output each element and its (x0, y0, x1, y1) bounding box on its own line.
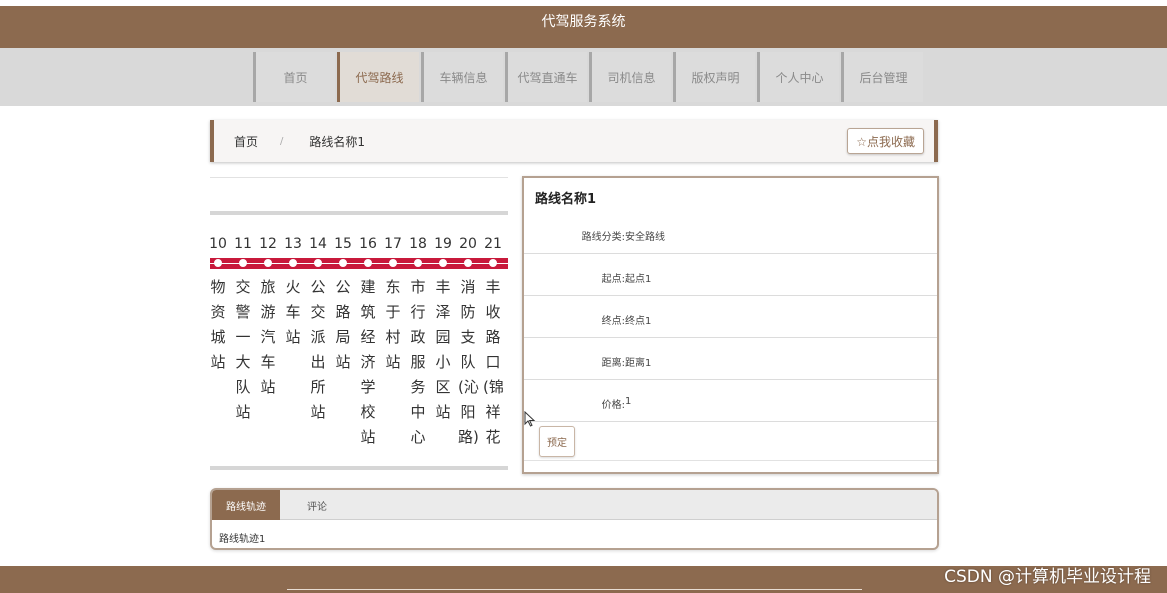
tab-content: 路线轨迹1 (219, 534, 266, 545)
station-number: 20 (459, 236, 477, 252)
nav-item-direct[interactable]: 代驾直通车 (505, 52, 587, 102)
map-divider (210, 211, 508, 215)
station-name: 火车站 (285, 278, 301, 346)
mouse-cursor-icon (524, 411, 536, 427)
map-bottom-rule (210, 466, 508, 470)
station-dot (439, 259, 447, 267)
breadcrumb-current: 路线名称1 (309, 134, 366, 149)
station-dot (214, 259, 222, 267)
station-dot (364, 259, 372, 267)
station-dot (414, 259, 422, 267)
detail-value: 1 (625, 396, 632, 407)
station-name: 市行政服务中心 (410, 278, 426, 446)
nav-item-copyright[interactable]: 版权声明 (673, 52, 755, 102)
breadcrumb-separator: / (280, 135, 284, 147)
map-top-rule (210, 177, 508, 178)
nav-item-home[interactable]: 首页 (253, 52, 335, 102)
detail-value: 终点1 (625, 316, 652, 327)
station-number: 21 (484, 236, 502, 252)
main-nav: 首页 代驾路线 车辆信息 代驾直通车 司机信息 版权声明 个人中心 后台管理 (253, 52, 925, 102)
watermark: CSDN @计算机毕业设计程 (944, 567, 1151, 587)
app-title: 代驾服务系统 (541, 14, 626, 30)
station-number: 17 (384, 236, 402, 252)
station-dot (489, 259, 497, 267)
station-name: 丰收路口(锦祥花 (483, 278, 504, 446)
detail-label: 价格: (601, 400, 625, 411)
station-dot (264, 259, 272, 267)
tabs-panel: 路线轨迹 评论 路线轨迹1 (210, 488, 939, 550)
nav-item-admin[interactable]: 后台管理 (841, 52, 923, 102)
route-title: 路线名称1 (535, 192, 597, 207)
detail-row-category: 路线分类: 安全路线 (524, 212, 937, 254)
detail-value: 安全路线 (625, 232, 665, 243)
footer-rule (287, 589, 862, 590)
station-number: 18 (409, 236, 427, 252)
station-number: 15 (334, 236, 352, 252)
station-name: 交警一大队站 (235, 278, 251, 421)
station-name: 丰泽园小区站 (435, 278, 451, 421)
station-number: 16 (359, 236, 377, 252)
detail-label: 起点: (601, 274, 625, 285)
detail-label: 距离: (601, 358, 625, 369)
top-header: 代驾服务系统 (0, 6, 1167, 48)
station-name: 建筑经济学校站 (360, 278, 376, 446)
station-name: 公交派出所站 (310, 278, 326, 421)
station-dot (289, 259, 297, 267)
detail-row-price: 价格: 1 (524, 380, 937, 422)
breadcrumb: 首页 / 路线名称1 ☆点我收藏 (210, 120, 938, 162)
station-name: 物资城站 (210, 278, 226, 371)
station-number: 19 (434, 236, 452, 252)
book-button[interactable]: 预定 (539, 426, 575, 457)
nav-item-drivers[interactable]: 司机信息 (589, 52, 671, 102)
detail-value: 起点1 (625, 274, 652, 285)
station-dot (389, 259, 397, 267)
station-dot (464, 259, 472, 267)
detail-label: 终点: (601, 316, 625, 327)
station-name: 公路局站 (335, 278, 351, 371)
station-name: 旅游汽车站 (260, 278, 276, 396)
nav-item-vehicles[interactable]: 车辆信息 (421, 52, 503, 102)
station-name: 消防支队(沁阳路) (458, 278, 479, 446)
station-dot (339, 259, 347, 267)
nav-bar: 首页 代驾路线 车辆信息 代驾直通车 司机信息 版权声明 个人中心 后台管理 (0, 48, 1167, 106)
station-number: 10 (210, 236, 227, 252)
tab-bar: 路线轨迹 评论 (212, 490, 937, 520)
detail-row-end: 终点: 终点1 (524, 296, 937, 338)
detail-row-start: 起点: 起点1 (524, 254, 937, 296)
nav-item-profile[interactable]: 个人中心 (757, 52, 839, 102)
tab-comments[interactable]: 评论 (292, 490, 342, 520)
station-dot (239, 259, 247, 267)
route-map-image: 站) 10物资城站11交警一大队站12旅游汽车站13火车站14公交派出所站15公… (210, 176, 510, 474)
detail-label: 路线分类: (581, 232, 625, 243)
tab-route-track[interactable]: 路线轨迹 (212, 490, 280, 520)
station-number: 12 (259, 236, 277, 252)
station-number: 11 (234, 236, 252, 252)
station-name: 东于村站 (385, 278, 401, 371)
nav-item-routes[interactable]: 代驾路线 (337, 52, 419, 102)
station-number: 13 (284, 236, 302, 252)
breadcrumb-home[interactable]: 首页 (234, 133, 258, 150)
station-dot (314, 259, 322, 267)
detail-row-distance: 距离: 距离1 (524, 338, 937, 380)
route-detail-panel: 路线名称1 路线分类: 安全路线 起点: 起点1 终点: 终点1 距离: 距离1… (522, 176, 939, 474)
station-number: 14 (309, 236, 327, 252)
favorite-button[interactable]: ☆点我收藏 (847, 128, 924, 154)
detail-bottom-rule (524, 460, 937, 461)
detail-value: 距离1 (625, 358, 652, 369)
